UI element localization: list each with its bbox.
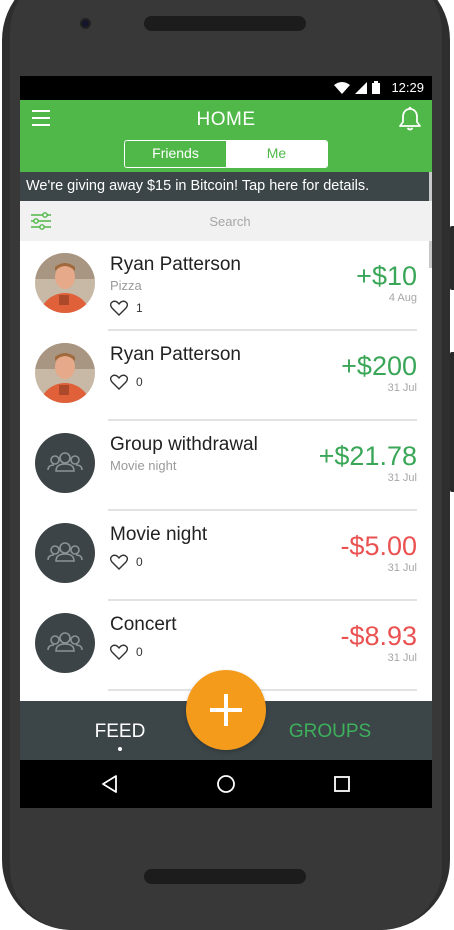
group-people-icon	[47, 632, 83, 652]
like-count: 0	[136, 375, 143, 389]
plus-icon-stroke	[224, 694, 228, 726]
app-bar: HOME Friends Me	[20, 100, 432, 172]
transaction-date: 31 Jul	[387, 652, 417, 664]
status-bar: 12:29	[20, 76, 432, 100]
recent-apps-icon[interactable]	[332, 774, 352, 794]
bell-icon[interactable]	[398, 106, 422, 132]
active-tab-indicator	[118, 747, 122, 751]
transaction-name: Movie night	[110, 524, 208, 545]
like-control[interactable]: 0	[110, 554, 143, 570]
transaction-amount: +$200	[341, 351, 417, 381]
phone-frame: 12:29 HOME Friends Me We're giving away …	[0, 0, 454, 930]
group-people-icon	[47, 542, 83, 562]
signal-icon	[355, 81, 367, 94]
avatar	[35, 523, 95, 583]
transaction-date: 31 Jul	[387, 382, 417, 394]
transaction-row[interactable]: Ryan Patterson Pizza 1 +$10 4 Aug	[20, 241, 432, 331]
front-camera	[80, 18, 91, 29]
transaction-list: Ryan Patterson Pizza 1 +$10 4 Aug Ryan P…	[20, 241, 432, 701]
transaction-note: Movie night	[110, 458, 177, 473]
power-button	[450, 352, 454, 492]
avatar	[35, 253, 95, 313]
transaction-amount: +$10	[356, 261, 417, 291]
transaction-row[interactable]: Movie night 0 -$5.00 31 Jul	[20, 511, 432, 601]
transaction-date: 4 Aug	[388, 292, 417, 304]
home-icon[interactable]	[216, 774, 236, 794]
transaction-row[interactable]: Ryan Patterson 0 +$200 31 Jul	[20, 331, 432, 421]
system-navigation-bar	[20, 760, 432, 808]
like-count: 1	[136, 301, 143, 315]
search-bar	[20, 201, 432, 241]
segment-me[interactable]: Me	[226, 141, 327, 167]
tab-feed[interactable]: FEED	[80, 721, 160, 743]
app-screen: 12:29 HOME Friends Me We're giving away …	[20, 76, 432, 808]
transaction-date: 31 Jul	[387, 562, 417, 574]
heart-icon	[110, 374, 128, 390]
heart-icon	[110, 300, 128, 316]
wifi-icon	[334, 81, 350, 94]
transaction-row[interactable]: Group withdrawal Movie night +$21.78 31 …	[20, 421, 432, 511]
segment-friends[interactable]: Friends	[125, 141, 226, 167]
volume-button	[450, 226, 454, 290]
status-time: 12:29	[391, 80, 424, 95]
search-input[interactable]	[170, 211, 290, 231]
transaction-amount: +$21.78	[318, 441, 417, 471]
like-count: 0	[136, 645, 143, 659]
like-control[interactable]: 0	[110, 644, 143, 660]
transaction-date: 31 Jul	[387, 472, 417, 484]
promo-banner[interactable]: We're giving away $15 in Bitcoin! Tap he…	[20, 172, 432, 201]
heart-icon	[110, 554, 128, 570]
bottom-speaker	[144, 869, 306, 884]
transaction-note: Pizza	[110, 278, 142, 293]
transaction-amount: -$5.00	[340, 531, 417, 561]
tab-groups[interactable]: GROUPS	[275, 721, 385, 743]
row-divider	[108, 689, 417, 691]
filter-sliders-icon[interactable]	[30, 211, 52, 231]
like-control[interactable]: 0	[110, 374, 143, 390]
transaction-name: Concert	[110, 614, 177, 635]
avatar	[35, 343, 95, 403]
user-photo-icon	[35, 253, 95, 313]
status-icons	[334, 81, 380, 94]
transaction-amount: -$8.93	[340, 621, 417, 651]
user-photo-icon	[35, 343, 95, 403]
top-speaker	[144, 16, 306, 31]
battery-icon	[372, 81, 380, 94]
page-title: HOME	[196, 109, 256, 130]
back-icon[interactable]	[100, 774, 120, 794]
like-control[interactable]: 1	[110, 300, 143, 316]
add-transaction-button[interactable]	[186, 670, 266, 750]
heart-icon	[110, 644, 128, 660]
group-people-icon	[47, 452, 83, 472]
avatar	[35, 613, 95, 673]
avatar	[35, 433, 95, 493]
transaction-name: Group withdrawal	[110, 434, 258, 455]
feed-filter-toggle: Friends Me	[124, 140, 328, 168]
like-count: 0	[136, 555, 143, 569]
transaction-name: Ryan Patterson	[110, 344, 241, 365]
transaction-name: Ryan Patterson	[110, 254, 241, 275]
